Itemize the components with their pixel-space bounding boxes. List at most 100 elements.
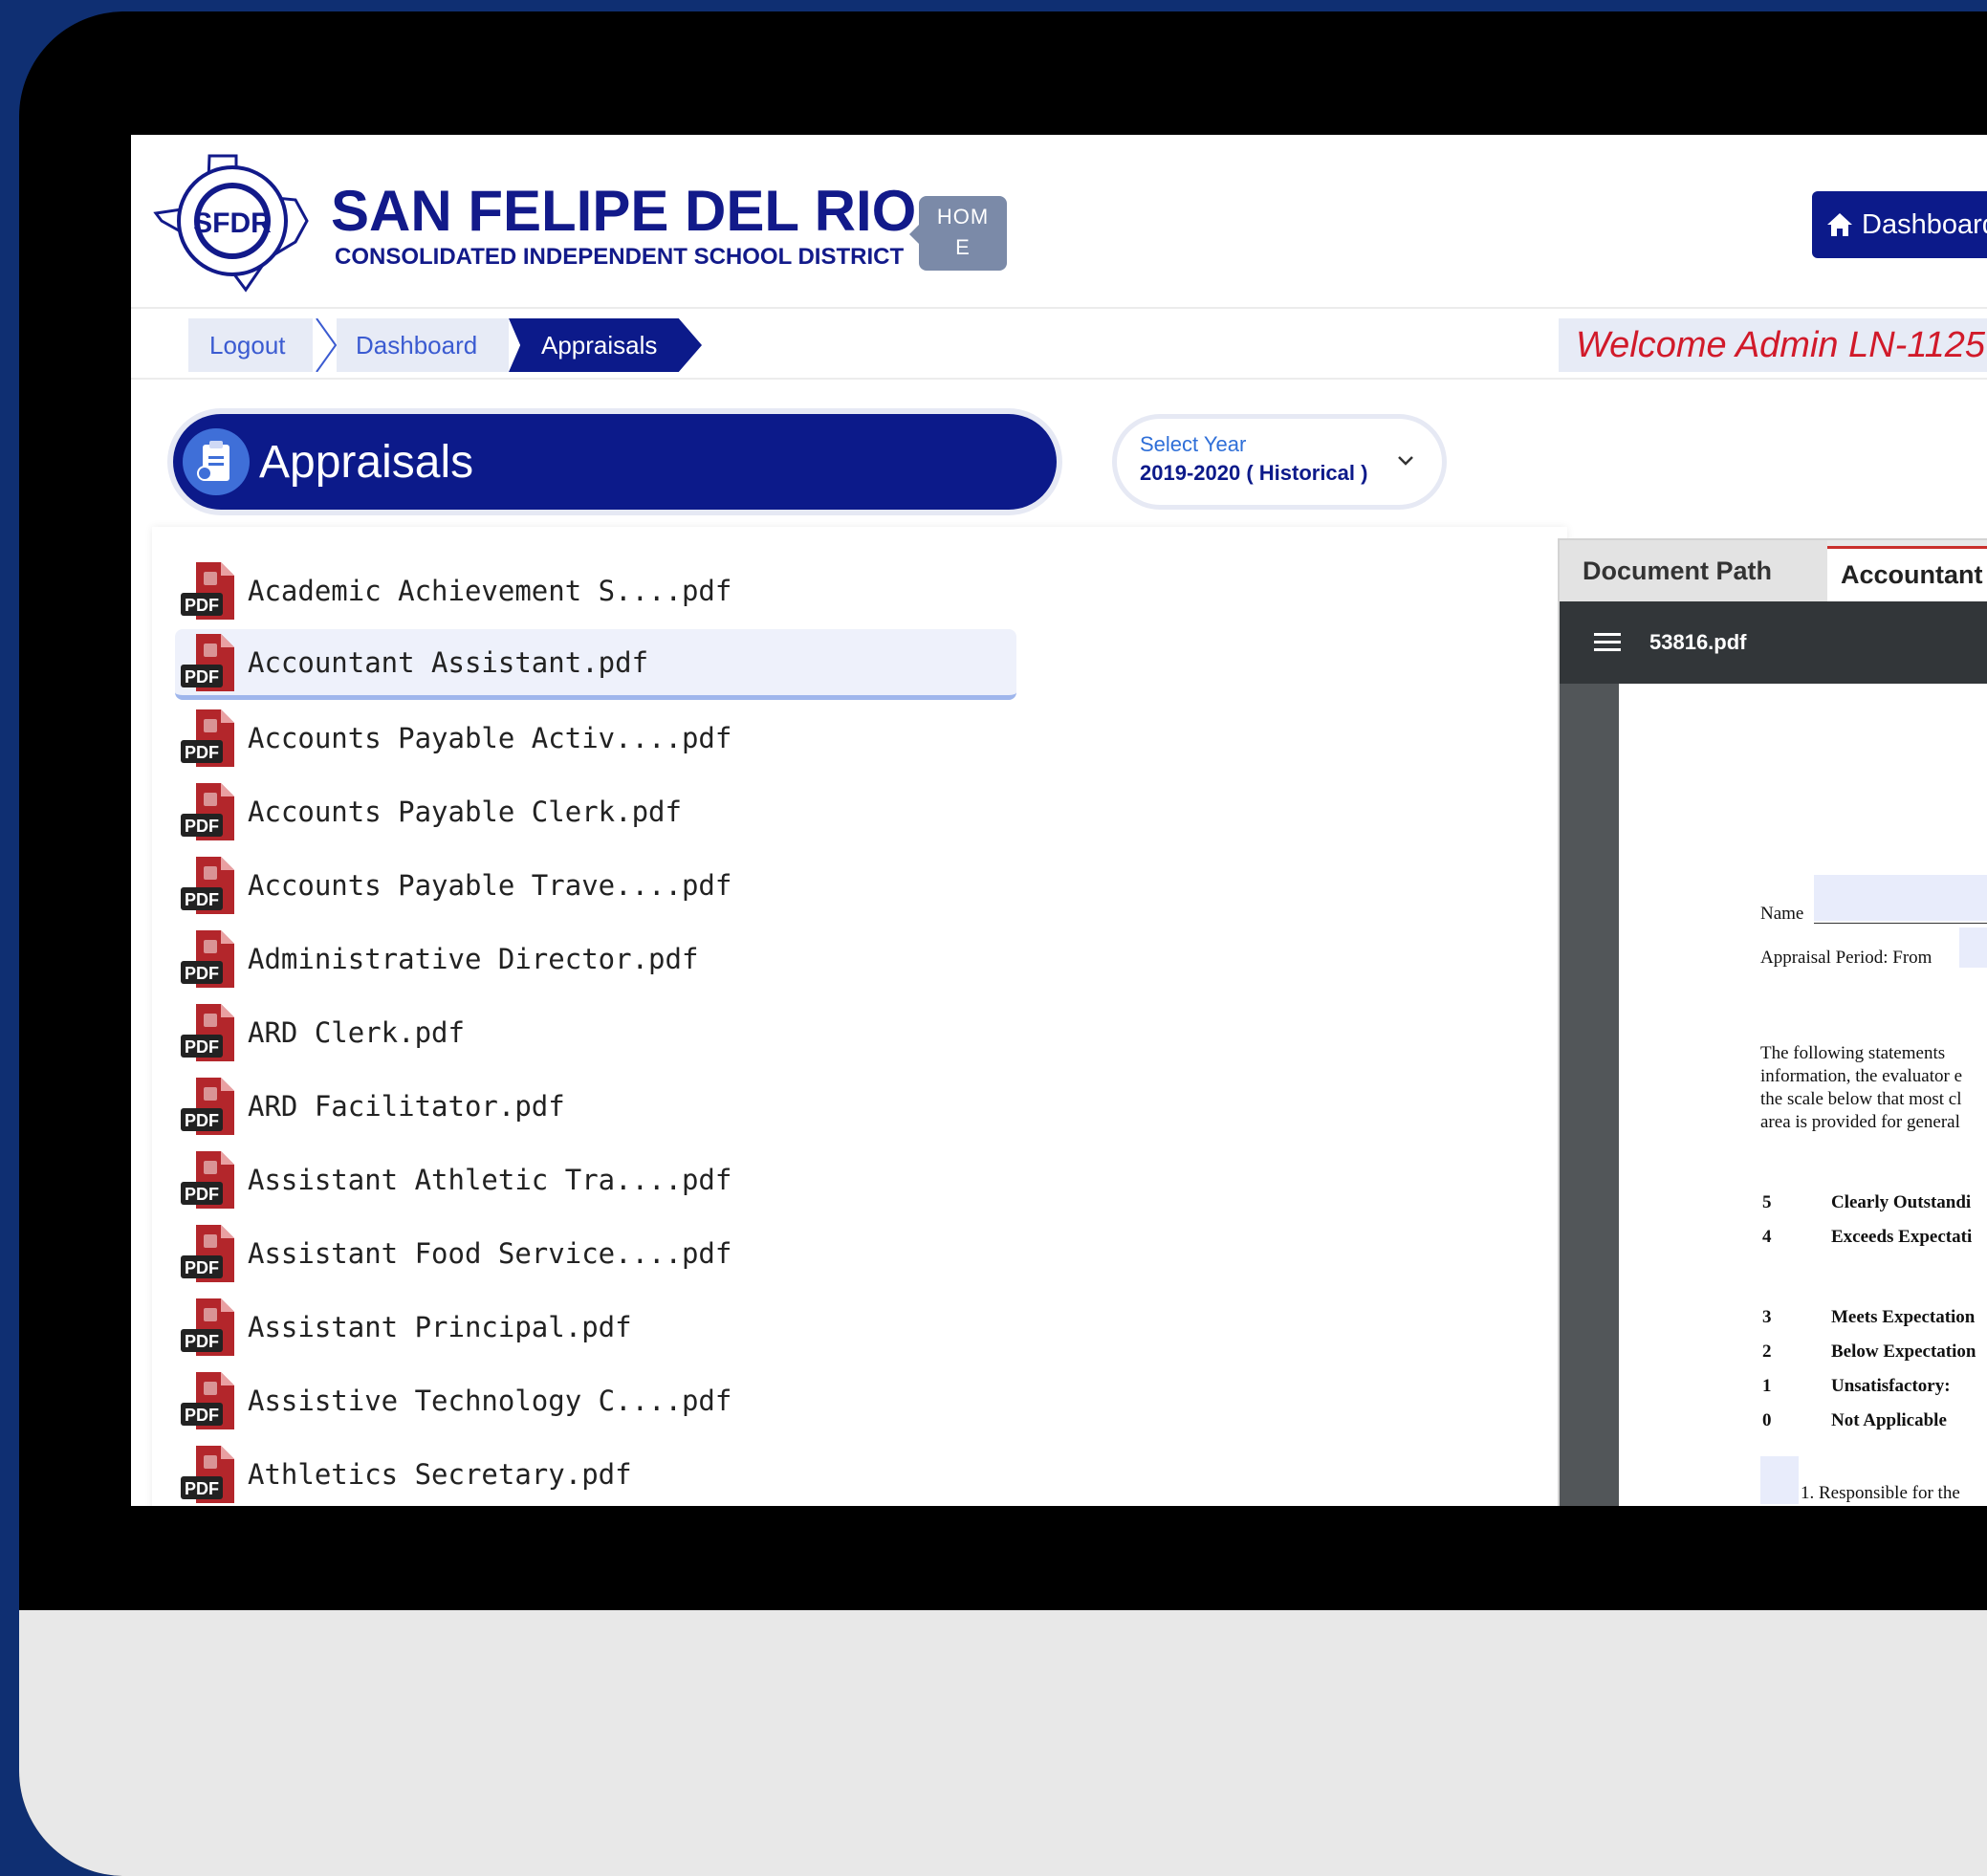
pdf-icon: PDF [181,1223,238,1284]
rating-label: Not Applicable [1831,1410,1947,1430]
pdf-icon: PDF [181,632,238,693]
rating-label: Clearly Outstandi [1831,1192,1972,1212]
pdf-icon-label: PDF [185,964,219,983]
pdf-icon: PDF [181,1297,238,1358]
file-item[interactable]: PDF Athletics Secretary.pdf [175,1439,1016,1506]
paragraph-line-1: The following statements [1760,1043,1946,1063]
file-name: Assistant Principal.pdf [248,1311,632,1343]
file-item[interactable]: PDF Assistant Athletic Tra....pdf [175,1145,1016,1215]
pdf-icon-label: PDF [185,1479,219,1498]
file-name: Assistant Athletic Tra....pdf [248,1164,732,1196]
file-item[interactable]: PDF Administrative Director.pdf [175,924,1016,994]
item-checkbox[interactable] [1760,1456,1799,1504]
file-name: Assistant Food Service....pdf [248,1237,732,1270]
welcome-message: Welcome Admin LN-11256 [1559,318,1987,372]
brand-title: SAN FELIPE DEL RIO [331,179,917,243]
home-tab-line1: HOM [936,205,990,229]
period-field[interactable] [1959,927,1987,968]
pdf-viewer: Document Path Accountant 53816.pdf Name … [1558,538,1987,1506]
rating-label: Unsatisfactory: [1831,1376,1951,1396]
file-name: Athletics Secretary.pdf [248,1458,632,1491]
pdf-icon-label: PDF [185,596,219,615]
file-item[interactable]: PDF Accounts Payable Activ....pdf [175,703,1016,774]
pdf-icon-label: PDF [185,817,219,836]
device-chin [19,1610,1987,1876]
pdf-toolbar: 53816.pdf [1560,601,1987,684]
name-field[interactable] [1814,875,1987,921]
pdf-icon: PDF [181,1002,238,1063]
file-item[interactable]: PDF Accounts Payable Clerk.pdf [175,776,1016,847]
year-select[interactable]: Select Year 2019-2020 ( Historical ) [1117,419,1442,505]
pdf-icon: PDF [181,855,238,916]
pdf-icon: PDF [181,1149,238,1211]
file-item[interactable]: PDF Accounts Payable Trave....pdf [175,850,1016,921]
file-list-panel: PDF Academic Achievement S....pdf PDF Accou… [152,527,1567,1506]
pdf-icon-label: PDF [185,743,219,762]
file-item[interactable]: PDF Academic Achievement S....pdf [175,556,1016,626]
breadcrumb-logout[interactable]: Logout [188,318,313,372]
file-name: ARD Clerk.pdf [248,1016,465,1049]
dashboard-button-label: Dashboard [1862,208,1987,240]
pdf-icon: PDF [181,560,238,622]
rating-label: Below Expectation [1831,1342,1976,1362]
pdf-filename: 53816.pdf [1649,630,1747,654]
chevron-down-icon [1398,456,1413,466]
file-name: ARD Facilitator.pdf [248,1090,565,1123]
file-name: Accounts Payable Trave....pdf [248,869,732,902]
tab-document-path[interactable]: Document Path [1560,540,1827,601]
home-icon [1827,213,1852,236]
pdf-body[interactable]: Name Appraisal Period: From The followin… [1560,684,1987,1506]
file-item[interactable]: PDF ARD Facilitator.pdf [175,1071,1016,1142]
breadcrumb-appraisals[interactable]: Appraisals [509,318,702,372]
rating-num: 4 [1762,1227,1772,1247]
file-item[interactable]: PDF Assistant Food Service....pdf [175,1218,1016,1289]
rating-num: 5 [1762,1192,1772,1212]
file-name: Academic Achievement S....pdf [248,575,732,607]
name-underline [1814,923,1987,924]
paragraph-line-2: information, the evaluator e [1760,1066,1963,1086]
pdf-icon: PDF [181,1076,238,1137]
hamburger-icon[interactable] [1594,631,1621,654]
item-1-text: 1. Responsible for the [1801,1483,1960,1503]
pdf-icon-label: PDF [185,1332,219,1351]
home-tab-line2: E [955,235,971,259]
file-item[interactable]: PDF Assistive Technology C....pdf [175,1365,1016,1436]
rating-label: Meets Expectation [1831,1307,1976,1327]
rating-label: Exceeds Expectati [1831,1227,1973,1247]
brand-subtitle: CONSOLIDATED INDEPENDENT SCHOOL DISTRICT [335,244,905,270]
rating-num: 2 [1762,1342,1772,1362]
header: SFDR SAN FELIPE DEL RIO CONSOLIDATED IND… [131,135,1987,309]
dashboard-button[interactable]: Dashboard [1812,191,1987,258]
device-frame: SFDR SAN FELIPE DEL RIO CONSOLIDATED IND… [19,11,1987,1876]
pdf-icon-label: PDF [185,1406,219,1425]
page-title-bar: Appraisals [173,414,1057,510]
file-item[interactable]: PDF Accountant Assistant.pdf [175,629,1016,700]
svg-text:SFDR: SFDR [193,207,272,239]
clipboard-icon [183,428,250,495]
file-name: Accountant Assistant.pdf [248,645,649,679]
district-seal-logo[interactable]: SFDR [152,152,311,294]
pdf-icon: PDF [181,928,238,990]
home-tab[interactable]: HOM E [909,196,1007,271]
pdf-icon: PDF [181,708,238,769]
file-name: Accounts Payable Clerk.pdf [248,796,682,828]
pdf-icon-label: PDF [185,666,219,687]
page-title: Appraisals [259,436,474,488]
app-screen: SFDR SAN FELIPE DEL RIO CONSOLIDATED IND… [131,135,1987,1506]
rating-num: 1 [1762,1376,1772,1396]
pdf-icon-label: PDF [185,1185,219,1204]
pdf-page: Name Appraisal Period: From The followin… [1619,684,1987,1506]
paragraph-line-4: area is provided for general [1760,1112,1960,1132]
file-name: Accounts Payable Activ....pdf [248,722,732,754]
breadcrumb-dashboard[interactable]: Dashboard [337,318,509,372]
pdf-icon: PDF [181,1444,238,1505]
file-item[interactable]: PDF ARD Clerk.pdf [175,997,1016,1068]
breadcrumb: Logout Dashboard Appraisals Welcome Admi… [131,309,1987,380]
file-name: Administrative Director.pdf [248,943,699,975]
pdf-icon-label: PDF [185,1111,219,1130]
pdf-icon-label: PDF [185,1258,219,1277]
pdf-icon: PDF [181,781,238,842]
tab-accountant[interactable]: Accountant [1827,546,1987,601]
file-item[interactable]: PDF Assistant Principal.pdf [175,1292,1016,1363]
rating-num: 3 [1762,1307,1772,1327]
